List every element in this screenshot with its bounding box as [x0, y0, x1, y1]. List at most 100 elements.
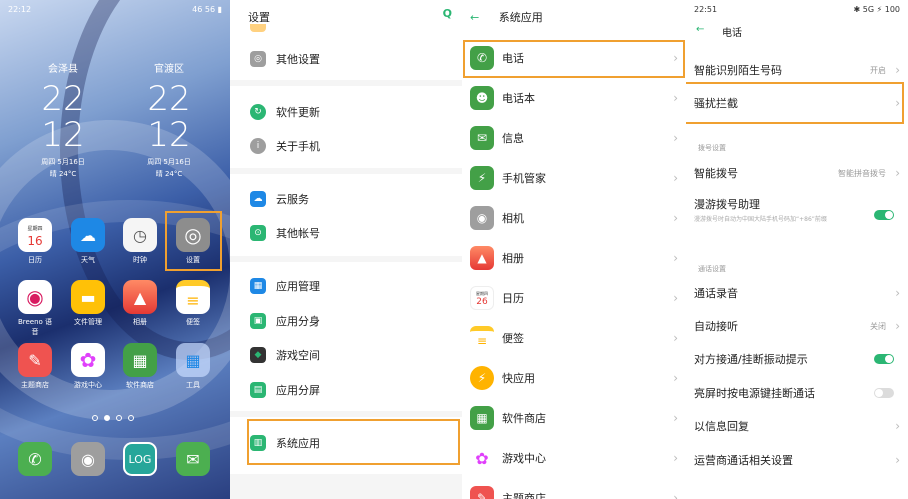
gallery-icon: ▲	[470, 246, 494, 270]
system-apps-panel: ← 系统应用 ✆ 电话 › ☻ 电话本 › ✉ 信息 › ⚡ 手机管家 › ◉ …	[462, 0, 686, 499]
app-clock[interactable]: ◷ 时钟	[120, 218, 160, 265]
phone-icon: ✆	[18, 442, 52, 476]
settings-item-cloud[interactable]: ☁ 云服务	[230, 182, 462, 216]
app-game-center[interactable]: ✿ 游戏中心	[68, 343, 108, 390]
chevron-right-icon: ›	[673, 131, 678, 145]
clock-widget-left[interactable]: 会泽县 22 12 周四 5月16日 晴 24°C	[18, 60, 108, 179]
power-hangup-toggle[interactable]	[874, 388, 894, 398]
app-weather[interactable]: ☁ 天气	[68, 218, 108, 265]
settings-item-accounts[interactable]: ⊙ 其他帐号	[230, 216, 462, 250]
shield-icon: ⚡	[470, 166, 494, 190]
dock-messages[interactable]: ✉	[173, 442, 213, 479]
chevron-right-icon: ›	[895, 419, 900, 433]
highlight-box	[165, 211, 222, 271]
app-file-manager[interactable]: ▬ 文件管理	[68, 280, 108, 327]
setting-roaming-assistant[interactable]: 漫游拨号助理 漫游拨号时自动为中国大陆手机号码加“+86”前缀	[694, 196, 908, 230]
chevron-right-icon: ›	[673, 91, 678, 105]
brush-icon: ✎	[18, 343, 52, 377]
sysapp-item-messages[interactable]: ✉ 信息 ›	[462, 121, 686, 155]
setting-call-recording[interactable]: 通话录音 ›	[686, 276, 908, 310]
chevron-right-icon: ›	[895, 63, 900, 77]
app-gallery[interactable]: ▲ 相册	[120, 280, 160, 327]
highlight-box	[463, 40, 685, 78]
sysapp-item-phone-manager[interactable]: ⚡ 手机管家 ›	[462, 161, 686, 195]
sysapp-item-theme-store[interactable]: ✎ 主题商店 ›	[462, 481, 686, 499]
search-icon[interactable]: Q	[443, 7, 452, 20]
camera-icon: ◉	[470, 206, 494, 230]
page-indicator[interactable]	[92, 415, 134, 421]
clock-hour: 22	[147, 79, 191, 119]
settings-icon: ◎	[250, 51, 266, 67]
clock-widget-right[interactable]: 官渡区 22 12 周四 5月16日 晴 24°C	[124, 60, 214, 179]
flower-icon: ✿	[470, 446, 494, 470]
app-label: 时钟	[133, 256, 147, 264]
back-arrow-icon[interactable]: ←	[696, 24, 704, 35]
weather-icon: ☁	[71, 218, 105, 252]
chevron-right-icon: ›	[895, 453, 900, 467]
setting-label: 对方接通/挂断振动提示	[694, 353, 808, 366]
setting-value: 智能拼音拨号	[838, 168, 886, 178]
roaming-toggle[interactable]	[874, 210, 894, 220]
status-bar: 22:12 46 56 ▮	[0, 0, 230, 18]
setting-smart-dial[interactable]: 智能拨号 智能拼音拨号 ›	[686, 156, 908, 190]
log-icon: LOG	[123, 442, 157, 476]
page-title: 系统应用	[498, 11, 543, 24]
settings-item-game-space[interactable]: ◆ 游戏空间	[230, 338, 462, 372]
back-arrow-icon[interactable]: ←	[470, 11, 479, 24]
store-icon: ▦	[470, 406, 494, 430]
status-bar: 22:51 ✱ 5G ⚡ 100	[686, 0, 908, 18]
brush-icon: ✎	[470, 486, 494, 499]
app-label: 主题商店	[21, 381, 49, 389]
app-calendar[interactable]: 星期四 16 日历	[15, 218, 55, 265]
item-label: 应用分身	[276, 315, 320, 328]
sysapp-item-game-center[interactable]: ✿ 游戏中心 ›	[462, 441, 686, 475]
chevron-right-icon: ›	[673, 171, 678, 185]
settings-item-app-clone[interactable]: ▣ 应用分身	[230, 304, 462, 338]
settings-item-about[interactable]: i 关于手机	[230, 129, 462, 163]
dock-log[interactable]: LOG	[120, 442, 160, 479]
setting-power-key-hangup[interactable]: 亮屏时按电源键挂断通话	[686, 376, 908, 410]
account-icon: ⊙	[250, 225, 266, 241]
vibrate-toggle[interactable]	[874, 354, 894, 364]
item-label: 相机	[502, 212, 524, 225]
setting-auto-answer[interactable]: 自动接听 关闭 ›	[686, 309, 908, 343]
clock-icon: ◷	[123, 218, 157, 252]
app-label: 日历	[28, 256, 42, 264]
page-title: 设置	[248, 11, 270, 24]
setting-reply-with-message[interactable]: 以信息回复 ›	[686, 409, 908, 443]
setting-vibrate-on-connect[interactable]: 对方接通/挂断振动提示	[686, 342, 908, 376]
app-label: 天气	[81, 256, 95, 264]
item-label: 手机管家	[502, 172, 546, 185]
sysapp-item-quick-app[interactable]: ⚡ 快应用 ›	[462, 361, 686, 395]
sysapp-item-gallery[interactable]: ▲ 相册 ›	[462, 241, 686, 275]
divider	[230, 256, 462, 262]
sysapp-item-software-store[interactable]: ▦ 软件商店 ›	[462, 401, 686, 435]
dock-camera[interactable]: ◉	[68, 442, 108, 479]
app-notes[interactable]: ≡ 便签	[173, 280, 213, 327]
calendar-icon: 星期四 16	[18, 218, 52, 252]
partial-item-icon	[250, 24, 266, 32]
dock-phone[interactable]: ✆	[15, 442, 55, 479]
sysapp-item-contacts[interactable]: ☻ 电话本 ›	[462, 81, 686, 115]
notes-icon: ≡	[470, 326, 494, 350]
game-icon: ◆	[250, 347, 266, 363]
settings-item-split-screen[interactable]: ▤ 应用分屏	[230, 373, 462, 407]
sysapp-item-calendar[interactable]: 星期四 26 日历 ›	[462, 281, 686, 315]
settings-item-app-management[interactable]: ▦ 应用管理	[230, 269, 462, 303]
settings-item-update[interactable]: ↻ 软件更新	[230, 95, 462, 129]
sysapp-item-camera[interactable]: ◉ 相机 ›	[462, 201, 686, 235]
app-tools-folder[interactable]: ▦ 工具	[173, 343, 213, 390]
settings-item-other[interactable]: ◎ 其他设置	[230, 42, 462, 76]
item-label: 便签	[502, 332, 524, 345]
sysapp-item-notes[interactable]: ≡ 便签 ›	[462, 321, 686, 355]
divider	[230, 80, 462, 86]
app-theme-store[interactable]: ✎ 主题商店	[15, 343, 55, 390]
setting-carrier-call[interactable]: 运营商通话相关设置 ›	[686, 443, 908, 477]
clock-weather: 晴 24°C	[155, 170, 183, 178]
highlight-box	[686, 82, 904, 124]
system-apps-header: ← 系统应用	[462, 0, 686, 30]
app-breeno[interactable]: ◉ Breeno 语音	[15, 280, 55, 337]
app-software-store[interactable]: ▦ 软件商店	[120, 343, 160, 390]
item-label: 主题商店	[502, 492, 546, 499]
clock-date: 周四 5月16日	[41, 158, 85, 166]
